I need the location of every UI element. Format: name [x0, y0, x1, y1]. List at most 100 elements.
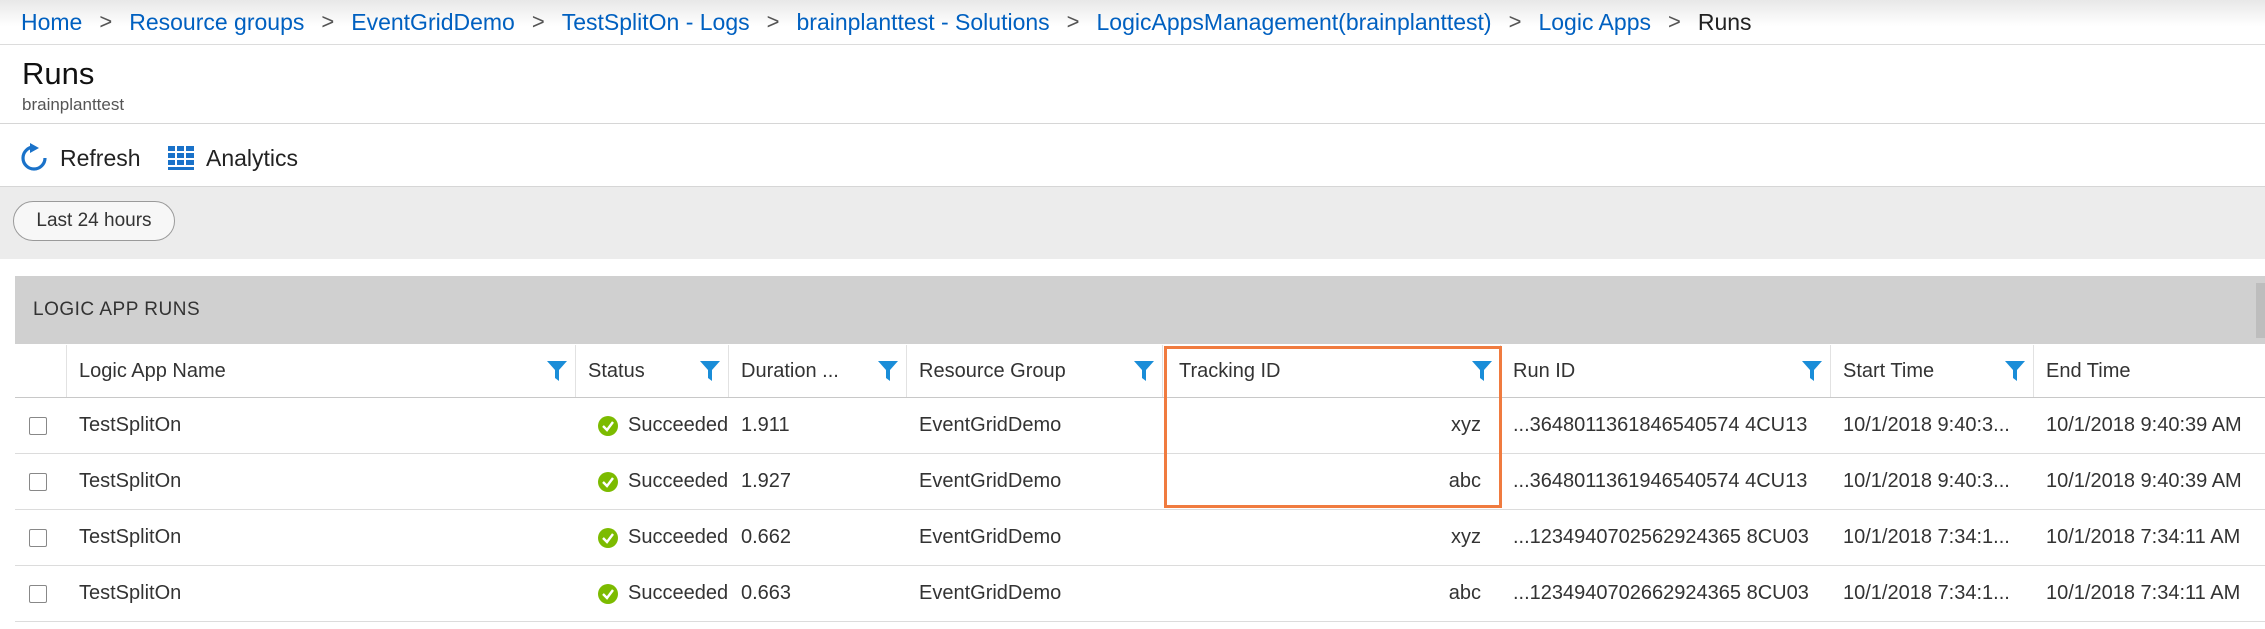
cell-status: Succeeded	[586, 566, 729, 621]
funnel-icon[interactable]	[2005, 361, 2025, 387]
cell-end-time: 10/1/2018 9:40:39 AM	[2046, 414, 2242, 436]
refresh-button[interactable]: Refresh	[20, 138, 141, 178]
page-title: Runs	[22, 56, 95, 91]
time-range-pill[interactable]: Last 24 hours	[13, 201, 175, 241]
cell-end-time: 10/1/2018 7:34:11 AM	[2046, 526, 2241, 548]
column-duration[interactable]: Duration ...	[729, 345, 907, 397]
status-text: Succeeded	[628, 414, 729, 436]
table-row[interactable]: TestSplitOn Succeeded 0.662 EventGridDem…	[15, 510, 2265, 566]
cell-tracking-id: abc	[1448, 470, 1481, 492]
table-row[interactable]: TestSplitOn Succeeded 0.663 EventGridDem…	[15, 566, 2265, 622]
funnel-icon[interactable]	[1472, 361, 1492, 387]
column-label: Run ID	[1513, 359, 1576, 382]
column-run-id[interactable]: Run ID	[1501, 345, 1831, 397]
cell-run-id: ...3648011361846540574 4CU13	[1513, 414, 1808, 436]
funnel-icon[interactable]	[1802, 361, 1822, 387]
cell-status: Succeeded	[586, 454, 729, 509]
header-select	[15, 345, 67, 397]
column-label: Duration ...	[741, 359, 839, 382]
column-end-time[interactable]: End Time	[2034, 345, 2265, 397]
funnel-icon[interactable]	[1134, 361, 1154, 387]
breadcrumb-solutions[interactable]: brainplanttest - Solutions	[797, 9, 1050, 36]
cell-resource-group: EventGridDemo	[919, 526, 1062, 548]
row-checkbox[interactable]	[29, 584, 47, 603]
breadcrumb-logic-apps[interactable]: Logic Apps	[1538, 9, 1651, 36]
chevron-right-icon: >	[99, 9, 113, 34]
check-circle-icon	[598, 471, 618, 492]
row-checkbox-cell	[29, 454, 67, 509]
grid-icon	[168, 146, 194, 170]
cell-duration: 1.927	[741, 470, 792, 492]
funnel-icon[interactable]	[700, 361, 720, 387]
column-tracking-id[interactable]: Tracking ID	[1167, 345, 1501, 397]
cell-tracking-id: xyz	[1451, 526, 1481, 548]
cell-name: TestSplitOn	[79, 470, 182, 492]
breadcrumb-logicappsmanagement[interactable]: LogicAppsManagement(brainplanttest)	[1097, 9, 1492, 36]
cell-run-id: ...3648011361946540574 4CU13	[1513, 470, 1808, 492]
chevron-right-icon: >	[1667, 9, 1681, 34]
column-start-time[interactable]: Start Time	[1831, 345, 2034, 397]
cell-end-time: 10/1/2018 7:34:11 AM	[2046, 582, 2241, 604]
cell-resource-group: EventGridDemo	[919, 414, 1062, 436]
row-checkbox-cell	[29, 398, 67, 453]
funnel-icon[interactable]	[547, 361, 567, 387]
cell-resource-group: EventGridDemo	[919, 582, 1062, 604]
table-row[interactable]: TestSplitOn Succeeded 1.911 EventGridDem…	[15, 398, 2265, 454]
check-circle-icon	[598, 583, 618, 604]
breadcrumb-runs: Runs	[1697, 8, 1752, 35]
funnel-icon[interactable]	[878, 361, 898, 387]
column-label: Tracking ID	[1179, 359, 1281, 382]
check-circle-icon	[598, 527, 618, 548]
panel-title: LOGIC APP RUNS	[15, 276, 2265, 344]
column-resource-group[interactable]: Resource Group	[907, 345, 1163, 397]
chevron-right-icon: >	[321, 9, 335, 34]
cell-run-id: ...1234940702562924365 8CU03	[1513, 526, 1809, 548]
status-text: Succeeded	[628, 470, 729, 492]
status-text: Succeeded	[628, 582, 729, 604]
check-circle-icon	[598, 415, 618, 436]
column-label: Logic App Name	[79, 359, 226, 382]
row-checkbox-cell	[29, 510, 67, 565]
breadcrumb-resource-groups[interactable]: Resource groups	[129, 9, 304, 36]
cell-tracking-id: abc	[1448, 582, 1481, 604]
row-checkbox[interactable]	[29, 528, 47, 547]
row-checkbox[interactable]	[29, 472, 47, 491]
column-label: Start Time	[1843, 359, 1935, 382]
breadcrumb-home[interactable]: Home	[21, 9, 82, 36]
scrollbar[interactable]	[2256, 283, 2265, 338]
row-checkbox-cell	[29, 566, 67, 621]
chevron-right-icon: >	[1508, 9, 1522, 34]
refresh-label: Refresh	[60, 144, 141, 171]
cell-run-id: ...1234940702662924365 8CU03	[1513, 582, 1809, 604]
table-row[interactable]: TestSplitOn Succeeded 1.927 EventGridDem…	[15, 454, 2265, 510]
cell-duration: 1.911	[741, 414, 790, 436]
cell-tracking-id: xyz	[1451, 414, 1481, 436]
cell-name: TestSplitOn	[79, 582, 182, 604]
cell-duration: 0.662	[741, 526, 792, 548]
column-logic-app-name[interactable]: Logic App Name	[67, 345, 576, 397]
divider	[0, 123, 2265, 124]
refresh-icon	[20, 143, 48, 173]
cell-status: Succeeded	[586, 510, 729, 565]
chevron-right-icon: >	[1066, 9, 1080, 34]
cell-resource-group: EventGridDemo	[919, 470, 1062, 492]
breadcrumb-testspliton-logs[interactable]: TestSplitOn - Logs	[562, 9, 750, 36]
chevron-right-icon: >	[531, 9, 545, 34]
cell-start-time: 10/1/2018 9:40:3...	[1843, 414, 2010, 436]
breadcrumb-eventgriddemo[interactable]: EventGridDemo	[351, 9, 515, 36]
column-label: End Time	[2046, 359, 2131, 382]
cell-name: TestSplitOn	[79, 414, 182, 436]
table-header: Logic App Name Status Duration ... Resou…	[15, 345, 2265, 398]
column-status[interactable]: Status	[576, 345, 729, 397]
analytics-label: Analytics	[206, 144, 299, 171]
row-checkbox[interactable]	[29, 416, 47, 435]
column-label: Status	[588, 359, 645, 382]
cell-start-time: 10/1/2018 7:34:1...	[1843, 526, 2010, 548]
column-label: Resource Group	[919, 359, 1066, 382]
analytics-button[interactable]: Analytics	[168, 138, 298, 178]
filter-bar	[0, 186, 2265, 259]
breadcrumb: Home > Resource groups > EventGridDemo >…	[0, 0, 2265, 45]
cell-duration: 0.663	[741, 582, 792, 604]
cell-end-time: 10/1/2018 9:40:39 AM	[2046, 470, 2242, 492]
status-text: Succeeded	[628, 526, 729, 548]
